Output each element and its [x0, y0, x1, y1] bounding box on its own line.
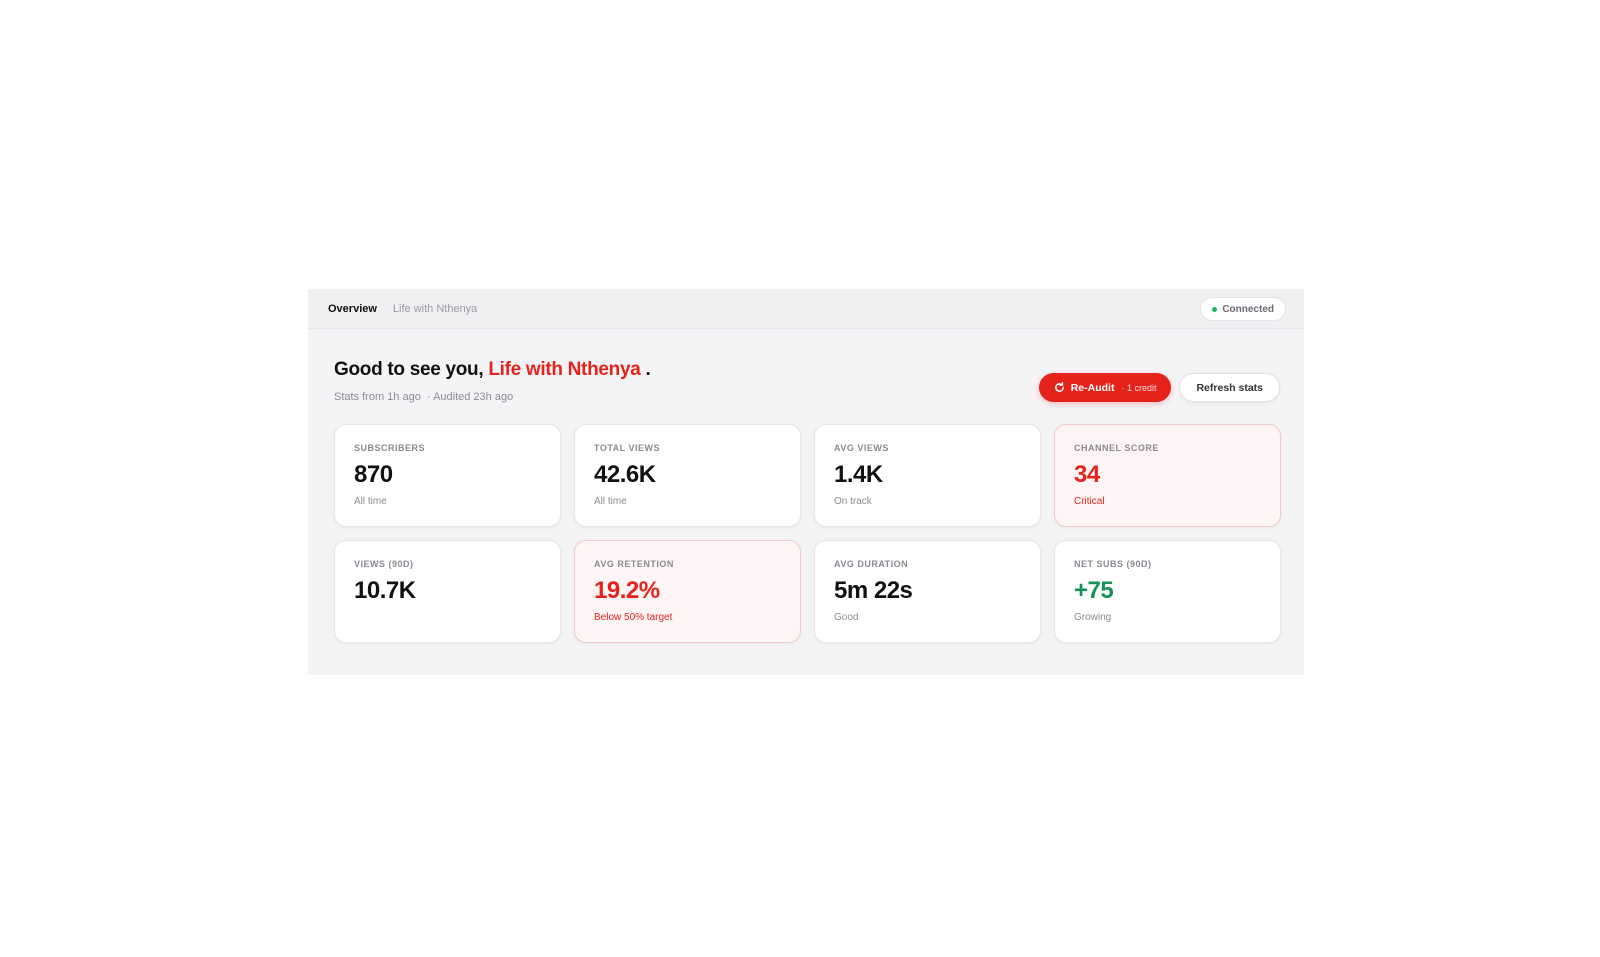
stat-label: VIEWS (90D): [354, 559, 414, 569]
page-heading: Good to see you, Life with Nthenya . Sta…: [334, 359, 1280, 409]
status-label: Connected: [1222, 303, 1274, 315]
audit-age: · Audited 23h ago: [426, 391, 514, 403]
greeting-prefix: Good to see you,: [334, 359, 484, 380]
stat-label: AVG RETENTION: [594, 559, 674, 569]
stats-age: Stats from 1h ago: [334, 391, 421, 403]
stat-value: 10.7K: [354, 577, 416, 604]
greeting-suffix: .: [640, 359, 651, 380]
stat-label: SUBSCRIBERS: [354, 443, 426, 453]
stat-caption: All time: [354, 496, 387, 507]
breadcrumb-overview[interactable]: Overview: [328, 303, 377, 315]
re-audit-label: Re-Audit: [1070, 381, 1115, 394]
stat-card-views-90d: VIEWS (90D) 10.7K: [334, 540, 561, 643]
stat-caption: Below 50% target: [594, 612, 673, 623]
dashboard-panel: Overview Life with Nthenya Connected Goo…: [308, 289, 1304, 675]
stat-value: 34: [1074, 461, 1100, 488]
stat-value: 870: [354, 461, 393, 488]
stat-label: AVG DURATION: [834, 559, 909, 569]
status-dot-icon: [1212, 306, 1218, 312]
stat-caption: On track: [834, 496, 872, 507]
stat-value: 42.6K: [594, 461, 656, 488]
greeting-channel-name: Life with Nthenya: [488, 359, 641, 380]
stat-caption: Critical: [1074, 496, 1105, 507]
re-audit-button[interactable]: Re-Audit · 1 credit: [1038, 373, 1172, 402]
connection-status-badge: Connected: [1200, 297, 1286, 321]
stat-caption: Growing: [1074, 612, 1112, 623]
stat-value: 1.4K: [834, 461, 883, 488]
refresh-stats-button[interactable]: Refresh stats: [1179, 373, 1280, 402]
stats-grid: SUBSCRIBERS 870 All time TOTAL VIEWS 42.…: [334, 424, 1282, 643]
stat-card-avg-duration: AVG DURATION 5m 22s Good: [814, 540, 1041, 643]
re-audit-credit: · 1 credit: [1121, 382, 1157, 393]
top-bar: Overview Life with Nthenya Connected: [308, 289, 1304, 329]
stat-label: TOTAL VIEWS: [594, 443, 661, 453]
header-actions: Re-Audit · 1 credit Refresh stats: [1038, 373, 1280, 402]
stat-caption: All time: [594, 496, 627, 507]
refresh-icon: [1054, 382, 1064, 392]
stat-card-total-views: TOTAL VIEWS 42.6K All time: [574, 424, 801, 527]
stat-card-channel-score: CHANNEL SCORE 34 Critical: [1054, 424, 1281, 527]
stat-value: 5m 22s: [834, 577, 913, 604]
stat-label: CHANNEL SCORE: [1074, 443, 1159, 453]
stat-label: NET SUBS (90D): [1074, 559, 1152, 569]
stat-value: 19.2%: [594, 577, 660, 604]
stat-card-avg-views: AVG VIEWS 1.4K On track: [814, 424, 1041, 527]
stat-card-net-subs-90d: NET SUBS (90D) +75 Growing: [1054, 540, 1281, 643]
breadcrumb-channel[interactable]: Life with Nthenya: [393, 303, 477, 315]
stat-caption: Good: [834, 612, 859, 623]
stat-value: +75: [1074, 577, 1114, 604]
stat-label: AVG VIEWS: [834, 443, 889, 453]
stat-card-subscribers: SUBSCRIBERS 870 All time: [334, 424, 561, 527]
stat-card-avg-retention: AVG RETENTION 19.2% Below 50% target: [574, 540, 801, 643]
